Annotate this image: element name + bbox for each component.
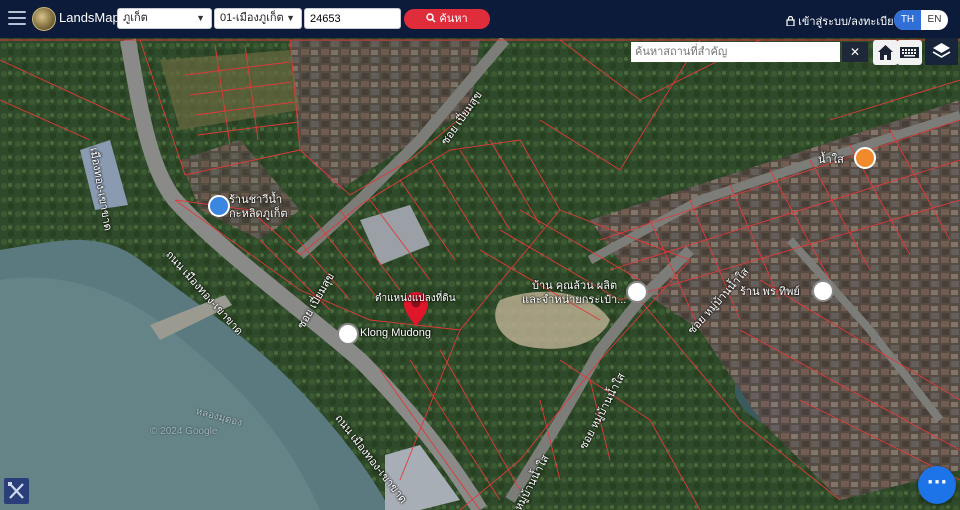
top-bar: LandsMaps ภูเก็ต ▼ 01-เมืองภูเก็ต ▼ ค้นห… (0, 0, 960, 38)
house-poi-icon[interactable] (626, 281, 648, 303)
chevron-down-icon: ▼ (196, 13, 205, 23)
login-link[interactable]: เข้าสู่ระบบ/ลงทะเบียน (786, 12, 901, 30)
poi-label-nam-sai: น้ำใส (818, 154, 844, 166)
search-button[interactable]: ค้นหา (404, 9, 490, 29)
chevron-down-icon: ▼ (286, 13, 295, 23)
province-select[interactable]: ภูเก็ต ▼ (117, 8, 212, 29)
province-value: ภูเก็ต (123, 12, 148, 24)
poi-label-klong-mudong: Klong Mudong (360, 327, 431, 339)
parcel-number-input[interactable] (304, 8, 401, 29)
keyboard-icon (900, 47, 919, 58)
poi-label-shop-2: กะหลิดภูเก็ต (229, 208, 288, 220)
keyboard-button[interactable] (897, 40, 922, 65)
food-poi-icon[interactable] (854, 147, 876, 169)
hamburger-icon[interactable] (8, 11, 26, 25)
close-icon[interactable]: ✕ (842, 42, 868, 62)
district-select[interactable]: 01-เมืองภูเก็ต ▼ (214, 8, 302, 29)
tools-icon (8, 482, 24, 499)
lang-en-option[interactable]: EN (921, 10, 948, 30)
chat-icon: ··· (926, 472, 948, 493)
watermark-copyright: © 2024 Google (150, 426, 218, 437)
chat-button[interactable]: ··· (918, 466, 956, 504)
poi-label-shop-right: ร้าน พร ทิพย์ (740, 286, 800, 298)
map-canvas (0, 38, 960, 510)
place-poi-icon[interactable] (337, 323, 359, 345)
language-toggle[interactable]: TH EN (894, 10, 948, 30)
pin-label: ตำแหน่งแปลงที่ดิน (375, 293, 456, 304)
satellite-map[interactable]: เมืองทอง-เขาขาด ซอย เปี่ยมสุข ซอย เปี่ยม… (0, 38, 960, 510)
district-value: 01-เมืองภูเก็ต (220, 12, 284, 24)
shop-poi-icon[interactable] (208, 195, 230, 217)
search-icon (426, 13, 436, 23)
shop-right-poi-icon[interactable] (812, 280, 834, 302)
home-icon (878, 45, 893, 60)
place-search-input[interactable] (631, 42, 840, 62)
landsmaps-logo[interactable] (32, 7, 56, 31)
login-label: เข้าสู่ระบบ/ลงทะเบียน (798, 16, 902, 28)
lang-th-option[interactable]: TH (894, 10, 921, 30)
layers-icon (932, 43, 951, 58)
layers-button[interactable] (925, 38, 958, 65)
poi-label-house-2: และจำหน่ายกระเป๋า... (522, 294, 627, 306)
home-button[interactable] (873, 40, 898, 65)
search-button-label: ค้นหา (439, 13, 468, 25)
tools-button[interactable] (4, 478, 29, 504)
lock-icon (786, 15, 795, 27)
